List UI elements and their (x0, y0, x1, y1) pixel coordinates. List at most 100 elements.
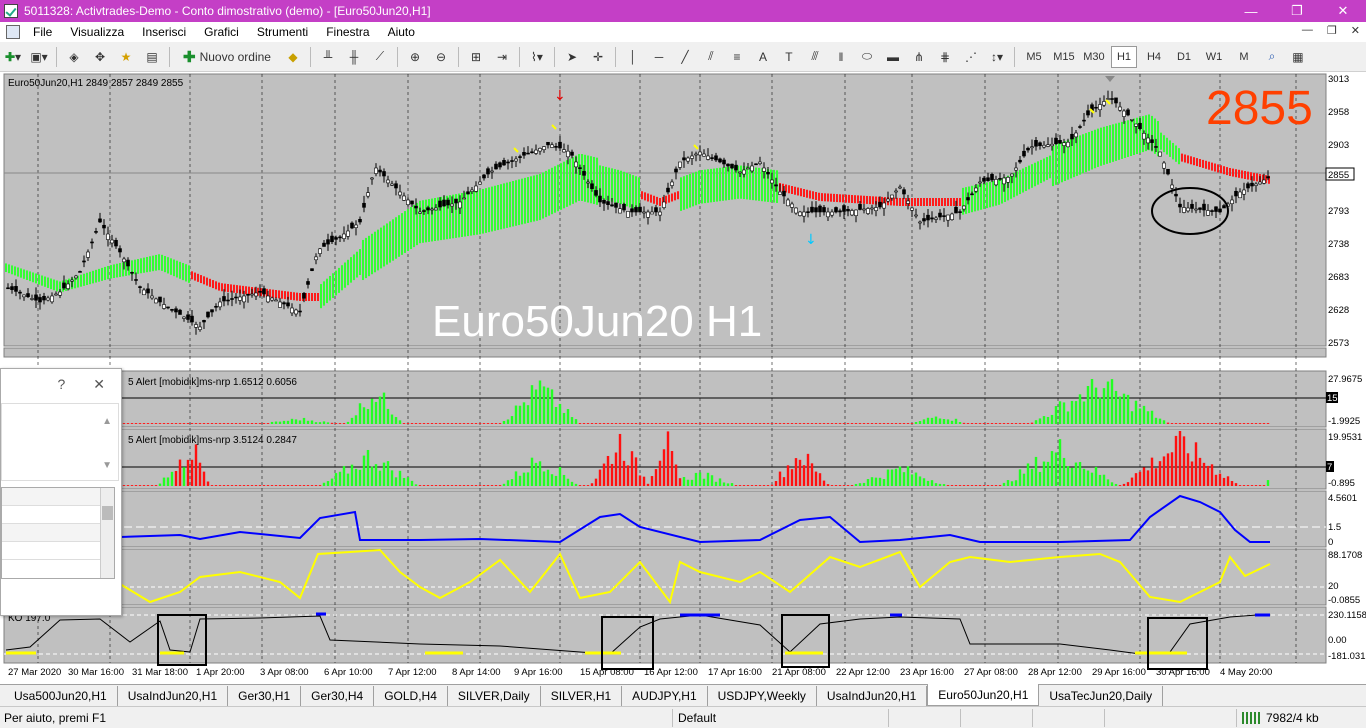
channel-icon[interactable]: ⫽ (700, 46, 722, 68)
gann-icon[interactable]: ⫻ (804, 46, 826, 68)
timeframe-h4[interactable]: H4 (1141, 46, 1167, 68)
scroll-up-icon[interactable]: ▲ (102, 416, 112, 427)
cursor-icon[interactable]: ➤ (561, 46, 583, 68)
tab-silver-daily[interactable]: SILVER,Daily (448, 686, 541, 706)
candle-body (398, 191, 402, 196)
floating-dialog[interactable]: ? ✕ ▲ ▼ (0, 368, 122, 616)
market-watch-icon[interactable]: ◈ (63, 46, 85, 68)
fibonacci-icon[interactable]: ≡ (726, 46, 748, 68)
tab-usaind-h1[interactable]: UsaIndJun20,H1 (118, 686, 229, 706)
horizontal-line-icon[interactable]: ─ (648, 46, 670, 68)
candles-icon[interactable]: ╫ (343, 46, 365, 68)
profiles-icon[interactable]: ▣▾ (28, 46, 50, 68)
candle-body (726, 163, 730, 167)
help-icon[interactable]: ? (57, 376, 65, 392)
timeframe-m30[interactable]: M30 (1081, 46, 1107, 68)
bar-chart-icon[interactable]: ╨ (317, 46, 339, 68)
ellipse-icon[interactable]: ⬭ (856, 46, 878, 68)
tab-usa500-h1[interactable]: Usa500Jun20,H1 (4, 686, 118, 706)
histogram-bar (1146, 411, 1150, 424)
line-chart-icon[interactable]: ⟋ (369, 46, 391, 68)
layout-icon[interactable]: ▦ (1287, 46, 1309, 68)
search-icon[interactable]: ⌕ (1261, 46, 1283, 68)
close-button[interactable]: ✕ (1320, 0, 1366, 22)
tab-usaind-h1-2[interactable]: UsaIndJun20,H1 (817, 686, 928, 706)
menu-aiuto[interactable]: Aiuto (379, 25, 424, 39)
maximize-button[interactable]: ❐ (1274, 0, 1320, 22)
menu-inserisci[interactable]: Inserisci (133, 25, 195, 39)
histogram-bar (1210, 464, 1214, 486)
new-order-button[interactable]: ✚ Nuovo ordine (176, 46, 278, 68)
menu-visualizza[interactable]: Visualizza (61, 25, 133, 39)
candle-body (1042, 144, 1046, 148)
autotrading-icon[interactable]: ◆ (282, 46, 304, 68)
tile-windows-icon[interactable]: ⊞ (465, 46, 487, 68)
histogram-bar (126, 423, 130, 424)
navigator-icon[interactable]: ✥ (89, 46, 111, 68)
histogram-bar (314, 485, 318, 486)
dialog-scrollbar[interactable] (100, 488, 114, 578)
zoom-in-icon[interactable]: ⊕ (404, 46, 426, 68)
dialog-close-icon[interactable]: ✕ (93, 376, 105, 393)
histogram-bar (234, 423, 238, 424)
candle-body (990, 174, 994, 181)
chart-canvas[interactable]: Euro50Jun20,H1 2849 2857 2849 2855 Euro5… (0, 72, 1366, 684)
scroll-down-icon[interactable]: ▼ (102, 460, 112, 471)
tab-audjpy-h1[interactable]: AUDJPY,H1 (622, 686, 708, 706)
fibo-expansion-icon[interactable]: ⋕ (934, 46, 956, 68)
histogram-bar (682, 423, 686, 424)
tab-gold-h4[interactable]: GOLD,H4 (374, 686, 448, 706)
histogram-bar (390, 414, 394, 424)
chart-window[interactable]: Euro50Jun20,H1 2849 2857 2849 2855 Euro5… (0, 72, 1366, 684)
trendline-icon[interactable]: ╱ (674, 46, 696, 68)
candle-body (850, 210, 854, 216)
text-icon[interactable]: A (752, 46, 774, 68)
pitchfork-icon[interactable]: ⋔ (908, 46, 930, 68)
tab-euro50-h1[interactable]: Euro50Jun20,H1 (927, 684, 1040, 706)
zoom-out-icon[interactable]: ⊖ (430, 46, 452, 68)
histogram-bar (270, 485, 274, 486)
candle-body (322, 242, 326, 247)
menu-grafici[interactable]: Grafici (195, 25, 248, 39)
tab-usatec-daily[interactable]: UsaTecJun20,Daily (1039, 686, 1164, 706)
arrows-icon[interactable]: ↕▾ (986, 46, 1008, 68)
indicators-icon[interactable]: ⌇▾ (526, 46, 548, 68)
candle-body (1142, 133, 1146, 140)
mdi-restore-button[interactable]: ❐ (1327, 24, 1337, 37)
label-icon[interactable]: T (778, 46, 800, 68)
histogram-bar (1174, 423, 1178, 424)
timeframe-h1[interactable]: H1 (1110, 45, 1137, 68)
andrews-icon[interactable]: ⋰ (960, 46, 982, 68)
tab-usdjpy-weekly[interactable]: USDJPY,Weekly (708, 686, 817, 706)
menu-file[interactable]: File (24, 25, 61, 39)
timeframe-d1[interactable]: D1 (1171, 46, 1197, 68)
mdi-minimize-button[interactable]: — (1302, 24, 1313, 37)
favorites-icon[interactable]: ★ (115, 46, 137, 68)
new-chart-icon[interactable]: ✚ ▾ (2, 46, 24, 68)
document-icon[interactable] (6, 25, 20, 39)
histogram-bar (770, 484, 774, 486)
histogram-bar (830, 485, 834, 486)
tab-ger30-h1[interactable]: Ger30,H1 (228, 686, 302, 706)
timeframe-w1[interactable]: W1 (1201, 46, 1227, 68)
terminal-icon[interactable]: ▤ (141, 46, 163, 68)
chart-shift-icon[interactable]: ⇥ (491, 46, 513, 68)
dialog-table[interactable] (1, 487, 115, 579)
cycles-icon[interactable]: ‖ (830, 46, 852, 68)
dialog-list[interactable]: ▲ ▼ (1, 403, 119, 481)
timeframe-mn[interactable]: M (1231, 46, 1257, 68)
tab-ger30-h4[interactable]: Ger30,H4 (301, 686, 375, 706)
menu-strumenti[interactable]: Strumenti (248, 25, 317, 39)
tab-silver-h1[interactable]: SILVER,H1 (541, 686, 623, 706)
histogram-bar (706, 472, 710, 486)
timeframe-m15[interactable]: M15 (1051, 46, 1077, 68)
vertical-line-icon[interactable]: │ (622, 46, 644, 68)
crosshair-icon[interactable]: ✛ (587, 46, 609, 68)
menu-finestra[interactable]: Finestra (317, 25, 378, 39)
candle-body (250, 293, 254, 296)
rectangle-icon[interactable]: ▬ (882, 46, 904, 68)
mdi-close-button[interactable]: ✕ (1351, 24, 1360, 37)
timeframe-m5[interactable]: M5 (1021, 46, 1047, 68)
histogram-bar (502, 420, 506, 424)
minimize-button[interactable]: — (1228, 0, 1274, 22)
